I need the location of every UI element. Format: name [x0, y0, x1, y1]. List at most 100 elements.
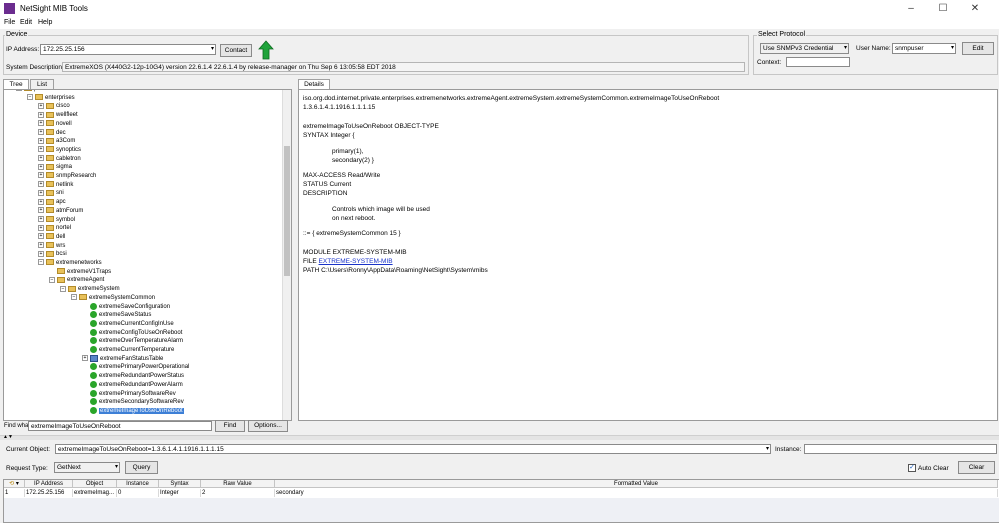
tree-node[interactable]: + atmForum — [38, 207, 83, 216]
tree-scrollbar[interactable] — [282, 90, 291, 420]
table-cell[interactable]: 0 — [117, 489, 159, 497]
tab-list[interactable]: List — [30, 79, 54, 89]
column-header[interactable]: Formatted Value — [275, 480, 998, 488]
column-header[interactable]: Object — [73, 480, 117, 488]
tree-node[interactable]: extremeSaveConfiguration — [82, 302, 170, 312]
expand-icon[interactable]: + — [38, 207, 44, 214]
protocol-select[interactable]: Use SNMPv3 Credential ▾ — [760, 43, 849, 54]
tree-node[interactable]: + extremeFanStatusTable — [82, 354, 163, 364]
tree-node[interactable]: − extremenetworks — [38, 259, 102, 268]
table-cell[interactable]: Integer — [159, 489, 201, 497]
tree-node[interactable]: + netlink — [38, 181, 73, 190]
tree-node[interactable]: + sni — [38, 189, 64, 198]
tree-node[interactable]: + dec — [38, 128, 66, 138]
tree-node[interactable]: + bcsi — [38, 250, 67, 259]
user-name-combo[interactable]: snmpuser ▾ — [892, 43, 956, 54]
results-table[interactable]: ⟲ ▾ IP Address Object Instance Syntax Raw Val… — [3, 479, 999, 523]
current-object-combo[interactable]: extremeImageToUseOnReboot=1.3.6.1.4.1.19… — [55, 444, 771, 454]
tree-node[interactable]: + snmpResearch — [38, 172, 96, 181]
menu-file[interactable]: File — [4, 19, 15, 26]
tree-node[interactable]: extremeCurrentTemperature — [82, 346, 174, 355]
tree-node[interactable]: + symbol — [38, 215, 75, 225]
tree-scrollbar-thumb[interactable] — [284, 146, 290, 276]
find-button[interactable]: Find — [215, 420, 245, 432]
tree-node[interactable]: extremeOverTemperatureAlarm — [82, 337, 183, 346]
column-header[interactable]: Syntax — [159, 480, 201, 488]
table-cell[interactable]: 172.25.25.156 — [25, 489, 73, 497]
tab-tree[interactable]: Tree — [3, 79, 29, 89]
ip-address-combo[interactable]: 172.25.25.156 ▾ — [40, 44, 216, 55]
expand-icon[interactable]: + — [38, 155, 44, 162]
collapse-icon[interactable]: − — [27, 94, 33, 101]
contact-button[interactable]: Contact — [220, 44, 252, 57]
maximize-button[interactable]: ☐ — [928, 2, 958, 16]
edit-button[interactable]: Edit — [962, 42, 994, 55]
options-button[interactable]: Options... — [248, 420, 288, 432]
expand-icon[interactable]: + — [38, 250, 44, 257]
tree-node[interactable]: + dell — [38, 233, 65, 242]
auto-clear-checkbox[interactable]: ✓ — [908, 464, 916, 472]
expand-icon[interactable]: + — [38, 102, 44, 109]
close-button[interactable]: ✕ — [960, 2, 990, 16]
tree-node[interactable]: extremeSaveStatus — [82, 311, 151, 320]
tree-node[interactable]: + cisco — [38, 102, 70, 111]
tree-node[interactable]: extremeImageToUseOnReboot — [82, 406, 184, 416]
tree-node[interactable]: extremeSecondarySoftwareRev — [82, 398, 184, 407]
tree-node[interactable]: extremeRedundantPowerAlarm — [82, 380, 183, 390]
expand-icon[interactable]: + — [38, 189, 44, 196]
tree-node[interactable]: + wellfleet — [38, 111, 78, 120]
column-header[interactable]: Raw Value — [201, 480, 275, 488]
expand-icon[interactable]: + — [38, 128, 44, 135]
collapse-icon[interactable]: − — [71, 294, 77, 301]
panel-splitter[interactable] — [0, 435, 999, 440]
tree-node[interactable]: + sigma — [38, 163, 72, 172]
expand-icon[interactable]: + — [82, 355, 88, 362]
clear-button[interactable]: Clear — [958, 461, 995, 474]
minimize-button[interactable]: – — [896, 2, 926, 16]
table-cell[interactable]: extremeImag... — [73, 489, 117, 497]
tree-node[interactable]: + wrs — [38, 242, 65, 251]
tree-node[interactable]: + synoptics — [38, 146, 81, 155]
tree-node[interactable]: + a3Com — [38, 137, 75, 146]
query-button[interactable]: Query — [125, 461, 158, 474]
tree-node[interactable]: − enterprises — [27, 94, 75, 103]
up-arrow-icon[interactable] — [258, 40, 274, 60]
tree-node[interactable]: − extremeSystem — [60, 285, 120, 294]
tree-node[interactable]: extremeV1Traps — [49, 268, 111, 277]
expand-icon[interactable]: + — [38, 242, 44, 249]
tree-node[interactable]: extremePrimarySoftwareRev — [82, 389, 176, 399]
tree-node[interactable]: + novell — [38, 120, 72, 129]
expand-icon[interactable]: + — [38, 163, 44, 170]
expand-icon[interactable]: + — [38, 146, 44, 153]
tree-node[interactable]: + cabletron — [38, 155, 81, 164]
tab-details[interactable]: Details — [298, 79, 330, 89]
table-cell[interactable]: secondary — [275, 489, 998, 497]
tree-node[interactable]: extremeCurrentConfigInUse — [82, 319, 174, 329]
collapse-icon[interactable]: − — [49, 276, 55, 283]
tree-node[interactable]: − extremeAgent — [49, 276, 104, 285]
expand-icon[interactable]: + — [38, 224, 44, 231]
menu-help[interactable]: Help — [38, 19, 52, 26]
context-input[interactable] — [786, 57, 850, 67]
mib-file-link[interactable]: EXTREME-SYSTEM-MIB — [319, 258, 393, 265]
collapse-icon[interactable]: − — [60, 285, 66, 292]
collapse-icon[interactable]: − — [38, 259, 44, 266]
expand-icon[interactable]: + — [38, 137, 44, 144]
mib-tree[interactable]: −private−enterprises+cisco+wellfleet+nov… — [3, 89, 292, 421]
table-cell[interactable]: 1 — [4, 489, 25, 497]
find-what-input[interactable]: extremeImageToUseOnReboot — [28, 421, 212, 431]
expand-icon[interactable]: + — [38, 233, 44, 240]
instance-input[interactable] — [804, 444, 997, 454]
tree-node[interactable]: extremeConfigToUseOnReboot — [82, 328, 182, 338]
expand-icon[interactable]: + — [38, 181, 44, 188]
tree-node[interactable]: + apc — [38, 198, 66, 207]
expand-icon[interactable]: + — [38, 215, 44, 222]
column-header[interactable]: IP Address — [25, 480, 73, 488]
table-cell[interactable]: 2 — [201, 489, 275, 497]
expand-icon[interactable]: + — [38, 120, 44, 127]
expand-icon[interactable]: + — [38, 198, 44, 205]
column-header-icons[interactable]: ⟲ ▾ — [4, 480, 25, 488]
expand-icon[interactable]: + — [38, 111, 44, 118]
splitter-arrows-icon[interactable]: ▲▼ — [3, 434, 13, 440]
tree-node[interactable]: extremeRedundantPowerStatus — [82, 372, 184, 381]
